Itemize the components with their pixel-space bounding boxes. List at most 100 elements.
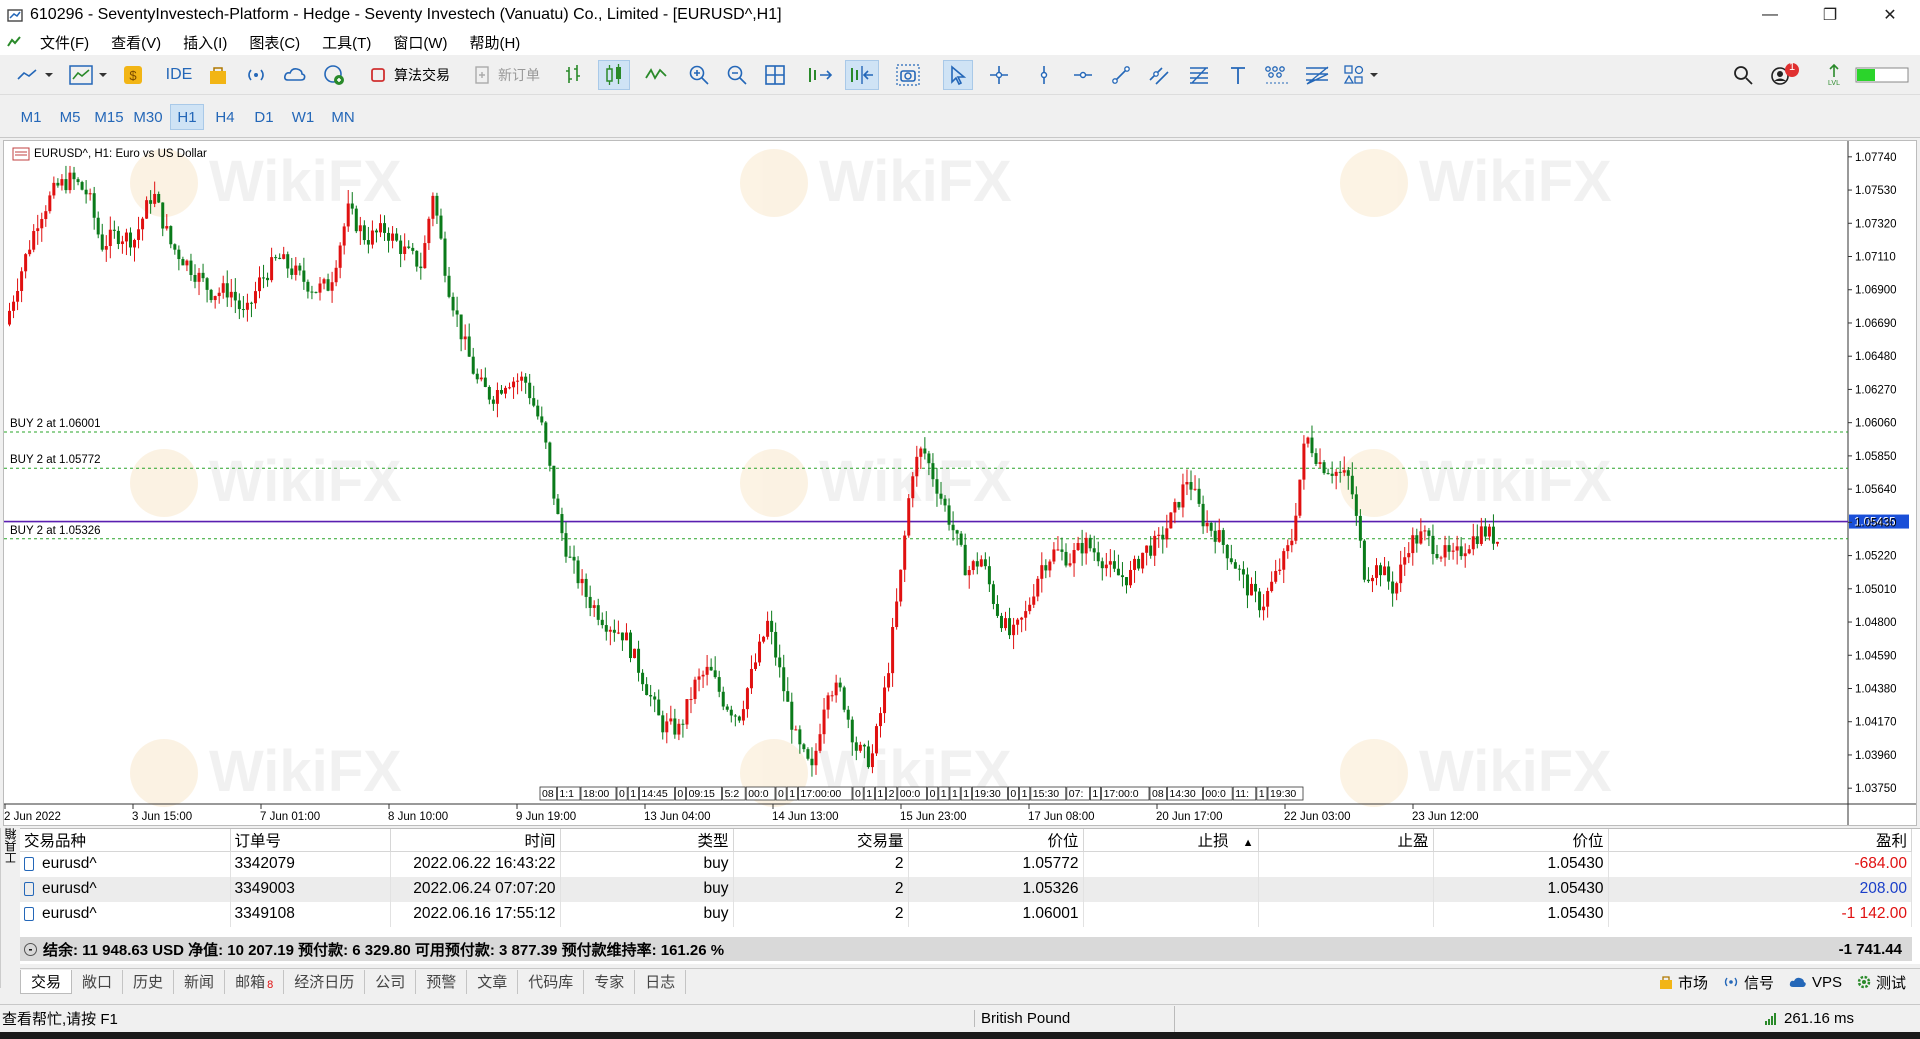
- vertical-line-icon[interactable]: [1031, 60, 1057, 90]
- indicators-icon[interactable]: [66, 60, 112, 90]
- tab-news[interactable]: 新闻: [174, 969, 226, 994]
- tab-company[interactable]: 公司: [365, 969, 417, 994]
- trendline-icon[interactable]: [1108, 60, 1134, 90]
- event-marker[interactable]: 1: [938, 786, 950, 801]
- timeframe-m5[interactable]: M5: [53, 104, 87, 130]
- event-marker[interactable]: 0: [675, 786, 687, 801]
- chart-type-line-icon[interactable]: [14, 60, 58, 90]
- event-marker[interactable]: 1: [627, 786, 639, 801]
- event-marker[interactable]: 0: [1008, 786, 1020, 801]
- col-type[interactable]: 类型: [560, 829, 734, 852]
- event-marker[interactable]: 1: [1090, 786, 1102, 801]
- event-marker[interactable]: 17:00:00: [798, 786, 853, 801]
- gann-fan-icon[interactable]: [1302, 60, 1332, 90]
- horizontal-line-icon[interactable]: [1070, 60, 1096, 90]
- market-bag-icon[interactable]: [205, 60, 231, 90]
- vps-cloud-icon[interactable]: [281, 60, 309, 90]
- tab-exposure[interactable]: 敞口: [72, 969, 124, 994]
- table-row[interactable]: eurusd^ 3349003 2022.06.24 07:07:20 buy …: [20, 876, 1912, 902]
- account-summary-row[interactable]: - 结余: 11 948.63 USD 净值: 10 207.19 预付款: 6…: [20, 937, 1912, 961]
- vps-tab[interactable]: VPS: [1788, 974, 1842, 991]
- maximize-icon[interactable]: ❐: [1800, 0, 1860, 29]
- chart-window-icon[interactable]: [6, 34, 22, 50]
- event-marker[interactable]: 2: [886, 786, 898, 801]
- tab-codebase[interactable]: 代码库: [518, 969, 585, 994]
- tab-alerts[interactable]: 预警: [416, 969, 468, 994]
- timeframe-h1[interactable]: H1: [170, 104, 204, 130]
- timeframe-mn[interactable]: MN: [325, 104, 361, 130]
- chart-window[interactable]: EURUSD^, H1: Euro vs US Dollar WikiFX Wik…: [3, 140, 1917, 826]
- zoom-out-icon[interactable]: [724, 60, 750, 90]
- menu-tools[interactable]: 工具(T): [318, 32, 375, 53]
- auto-scroll-icon[interactable]: [805, 60, 835, 90]
- event-marker[interactable]: 08: [1149, 786, 1167, 801]
- event-marker[interactable]: 1: [960, 786, 972, 801]
- bar-chart-icon[interactable]: [560, 60, 586, 90]
- zoom-in-icon[interactable]: [686, 60, 712, 90]
- line-chart-icon[interactable]: [642, 60, 670, 90]
- event-marker[interactable]: 0: [775, 786, 787, 801]
- timeframe-w1[interactable]: W1: [286, 104, 320, 130]
- tab-experts[interactable]: 专家: [584, 969, 636, 994]
- col-volume[interactable]: 交易量: [733, 829, 909, 852]
- event-marker[interactable]: 1: [1256, 786, 1268, 801]
- new-order-button[interactable]: 新订单: [472, 60, 546, 90]
- price-chart[interactable]: WikiFX WikiFX WikiFX WikiFX WikiFX WikiFX Wiki…: [4, 141, 1916, 825]
- status-ping[interactable]: 261.16 ms: [1764, 1010, 1854, 1027]
- col-tp[interactable]: 止盈: [1258, 829, 1434, 852]
- event-marker[interactable]: 00:0: [745, 786, 776, 801]
- market-tab[interactable]: 市场: [1658, 972, 1708, 993]
- tab-journal[interactable]: 日志: [635, 969, 687, 994]
- algo-trading-button[interactable]: 算法交易: [368, 60, 460, 90]
- col-symbol[interactable]: 交易品种: [20, 829, 231, 852]
- cursor-arrow-icon[interactable]: [943, 60, 973, 90]
- event-marker[interactable]: 11:: [1232, 786, 1257, 801]
- event-marker[interactable]: 19:30: [972, 786, 1008, 801]
- tab-trade[interactable]: 交易: [20, 969, 73, 994]
- event-marker[interactable]: 1: [786, 786, 798, 801]
- collapse-minus-icon[interactable]: -: [24, 942, 37, 956]
- close-icon[interactable]: ✕: [1860, 0, 1920, 29]
- tab-articles[interactable]: 文章: [467, 969, 519, 994]
- col-sl[interactable]: 止损 ▲: [1083, 829, 1259, 852]
- event-marker[interactable]: 00:0: [897, 786, 927, 801]
- table-row[interactable]: eurusd^ 3342079 2022.06.22 16:43:22 buy …: [20, 851, 1912, 877]
- candlestick-chart-icon[interactable]: [598, 60, 630, 90]
- signals-tab[interactable]: 信号: [1722, 972, 1774, 993]
- channel-icon[interactable]: [1146, 60, 1172, 90]
- timeframe-m1[interactable]: M1: [14, 104, 48, 130]
- event-marker[interactable]: 15:30: [1030, 786, 1067, 801]
- signals-icon[interactable]: [243, 60, 269, 90]
- event-marker[interactable]: 07:: [1066, 786, 1090, 801]
- col-order[interactable]: 订单号: [230, 829, 391, 852]
- community-icon[interactable]: [320, 60, 348, 90]
- event-marker[interactable]: 17:00:0: [1101, 786, 1150, 801]
- event-marker[interactable]: 1: [949, 786, 961, 801]
- menu-window[interactable]: 窗口(W): [389, 32, 451, 53]
- tab-mailbox[interactable]: 邮箱 8: [225, 969, 285, 994]
- timeframe-d1[interactable]: D1: [247, 104, 281, 130]
- tab-history[interactable]: 历史: [123, 969, 175, 994]
- timeframe-m30[interactable]: M30: [130, 104, 166, 130]
- shapes-icon[interactable]: [1342, 60, 1382, 90]
- toolbox-label[interactable]: 工具箱: [0, 828, 20, 988]
- notifications-icon[interactable]: 1: [1768, 60, 1804, 90]
- menu-view[interactable]: 查看(V): [107, 32, 165, 53]
- crosshair-icon[interactable]: [986, 60, 1012, 90]
- event-marker[interactable]: 00:0: [1203, 786, 1233, 801]
- event-marker[interactable]: 08: [539, 786, 557, 801]
- table-row[interactable]: eurusd^ 3349108 2022.06.16 17:55:12 buy …: [20, 901, 1912, 927]
- timeframe-m15[interactable]: M15: [91, 104, 127, 130]
- col-current-price[interactable]: 价位: [1433, 829, 1609, 852]
- event-marker[interactable]: 1: [875, 786, 887, 801]
- tab-calendar[interactable]: 经济日历: [284, 969, 366, 994]
- minimize-icon[interactable]: —: [1740, 0, 1800, 29]
- menu-charts[interactable]: 图表(C): [245, 32, 304, 53]
- event-marker[interactable]: 0: [616, 786, 628, 801]
- tester-tab[interactable]: 测试: [1856, 972, 1906, 993]
- event-marker[interactable]: 1:1: [557, 786, 581, 801]
- event-marker[interactable]: 5:2: [722, 786, 746, 801]
- menu-insert[interactable]: 插入(I): [179, 32, 231, 53]
- col-time[interactable]: 时间: [390, 829, 561, 852]
- menu-file[interactable]: 文件(F): [36, 32, 93, 53]
